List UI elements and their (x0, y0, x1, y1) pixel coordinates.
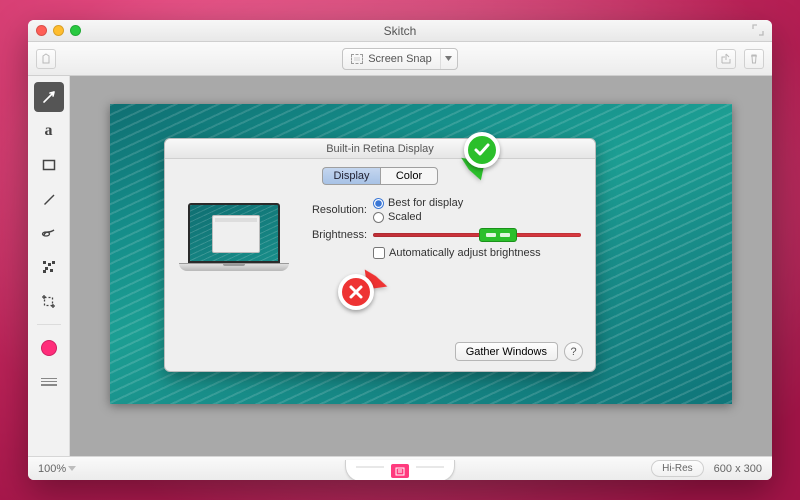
tool-line-width[interactable] (34, 367, 64, 397)
titlebar: Skitch (28, 20, 772, 42)
tool-text[interactable]: a (34, 116, 64, 146)
window-title: Skitch (28, 24, 772, 38)
zoom-control[interactable]: 100% (38, 463, 76, 475)
crop-icon (41, 294, 56, 309)
pen-icon (41, 192, 56, 207)
radio-input[interactable] (373, 212, 384, 223)
toolbar: Screen Snap (28, 42, 772, 76)
stamp-x-annotation[interactable] (338, 274, 374, 310)
hires-toggle[interactable]: Hi-Res (651, 460, 704, 477)
tab-color[interactable]: Color (380, 167, 438, 185)
chevron-down-icon (445, 56, 452, 61)
chevron-down-icon (68, 466, 76, 471)
tool-color[interactable] (34, 333, 64, 363)
radio-input[interactable] (373, 198, 384, 209)
close-window-button[interactable] (36, 25, 47, 36)
tab-display[interactable]: Display (322, 167, 380, 185)
slider-track-annotation (373, 233, 581, 237)
color-swatch-icon (42, 341, 56, 355)
tool-shape[interactable] (34, 150, 64, 180)
checkbox-input[interactable] (373, 247, 385, 259)
display-preview-icon (179, 203, 289, 279)
canvas-viewport: Built-in Retina Display Display Color Re… (70, 76, 772, 456)
radio-scaled[interactable]: Scaled (373, 211, 463, 223)
app-window: Skitch Screen Snap (28, 20, 772, 480)
snap-label: Screen Snap (368, 53, 432, 65)
snap-dropdown[interactable] (441, 49, 457, 69)
radio-label: Scaled (388, 211, 422, 223)
brightness-slider[interactable] (373, 229, 581, 241)
x-icon (347, 283, 365, 301)
tool-crop[interactable] (34, 286, 64, 316)
brightness-label: Brightness: (303, 229, 367, 241)
pixelate-icon (42, 260, 56, 274)
canvas-dimensions: 600 x 300 (714, 463, 762, 475)
text-icon: a (45, 122, 53, 140)
panel-title: Built-in Retina Display (165, 139, 595, 159)
tool-pen[interactable] (34, 184, 64, 214)
snap-icon (351, 54, 363, 64)
fullscreen-icon[interactable] (752, 24, 764, 36)
tool-pixelate[interactable] (34, 252, 64, 282)
slider-thumb-annotation (479, 228, 517, 242)
zoom-value: 100% (38, 463, 66, 475)
radio-best-for-display[interactable]: Best for display (373, 197, 463, 209)
status-bar: 100% Hi-Res 600 x 300 (28, 456, 772, 480)
auto-brightness-checkbox[interactable]: Automatically adjust brightness (373, 247, 581, 259)
checkbox-label: Automatically adjust brightness (389, 247, 541, 259)
evernote-sync-button[interactable] (36, 49, 56, 69)
delete-button[interactable] (744, 49, 764, 69)
export-icon (391, 464, 409, 478)
drag-export-handle[interactable] (345, 460, 455, 480)
screen-snap-button[interactable]: Screen Snap (342, 48, 458, 70)
check-icon (473, 141, 491, 159)
resolution-label: Resolution: (303, 204, 367, 216)
panel-tabs: Display Color (165, 167, 595, 185)
rect-icon (42, 158, 56, 172)
tool-highlighter[interactable] (34, 218, 64, 248)
sidebar-divider (37, 324, 61, 325)
share-button[interactable] (716, 49, 736, 69)
highlighter-icon (41, 225, 57, 241)
stamp-check-annotation[interactable] (464, 132, 500, 168)
canvas-image[interactable]: Built-in Retina Display Display Color Re… (110, 104, 732, 404)
minimize-window-button[interactable] (53, 25, 64, 36)
display-prefs-panel: Built-in Retina Display Display Color Re… (164, 138, 596, 372)
tool-arrow[interactable] (34, 82, 64, 112)
line-width-icon (41, 378, 57, 386)
radio-label: Best for display (388, 197, 463, 209)
traffic-lights (36, 25, 81, 36)
help-button[interactable]: ? (564, 342, 583, 361)
tool-sidebar: a (28, 76, 70, 456)
zoom-window-button[interactable] (70, 25, 81, 36)
gather-windows-button[interactable]: Gather Windows (455, 342, 558, 361)
